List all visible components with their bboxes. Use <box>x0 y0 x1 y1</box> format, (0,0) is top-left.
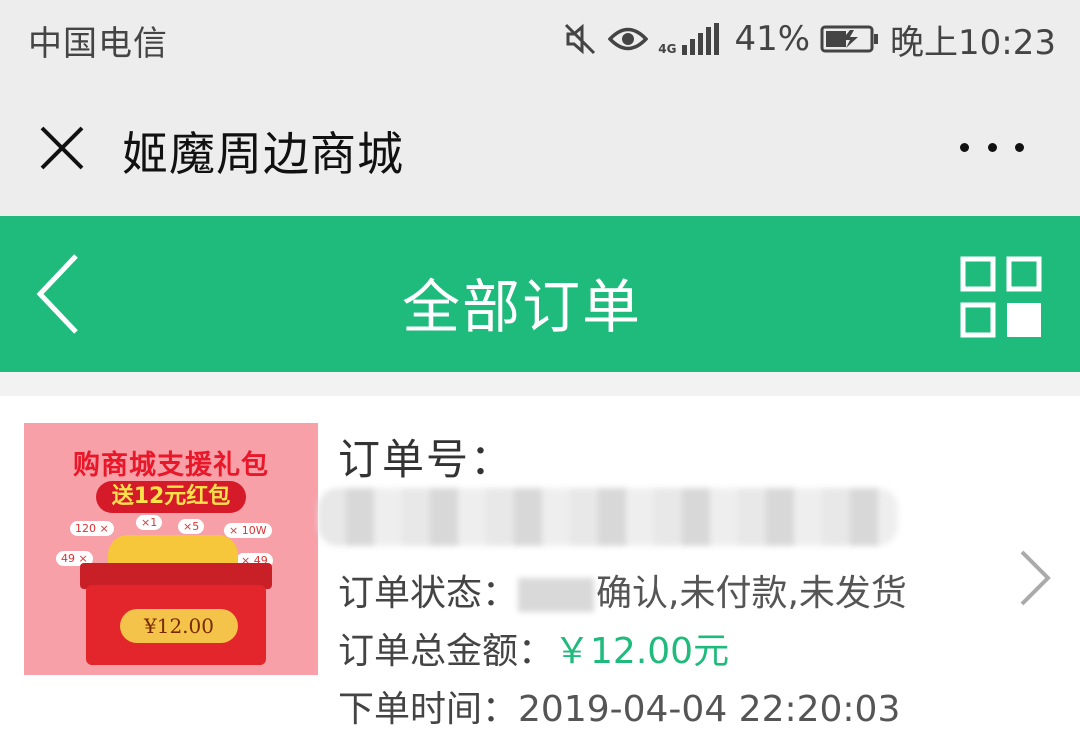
thumb-banner-subtitle: 送12元红包 <box>96 481 246 513</box>
thumb-price-badge: ¥12.00 <box>120 609 238 643</box>
product-thumbnail: 购商城支援礼包 送12元红包 120 × ×1 ×5 × 10W 49 × × … <box>24 423 318 675</box>
order-number-redacted <box>318 488 898 546</box>
thumb-tag: × 10W <box>224 523 272 538</box>
thumb-banner-title: 购商城支援礼包 <box>73 450 269 481</box>
order-status-label: 订单状态： <box>338 573 519 614</box>
close-icon[interactable] <box>36 122 88 174</box>
clock: 晚上10:23 <box>890 22 1056 63</box>
carrier-name: 中国电信 <box>28 24 168 64</box>
section-divider <box>0 372 1080 396</box>
order-item[interactable]: 购商城支援礼包 送12元红包 120 × ×1 ×5 × 10W 49 × × … <box>0 396 1080 737</box>
page-header: 全部订单 <box>0 216 1080 372</box>
order-amount-row: 订单总金额：￥12.00元 <box>338 622 729 674</box>
signal-icon: 4G <box>658 23 724 55</box>
order-time-row: 下单时间：2019-04-04 22:20:03 <box>338 680 900 732</box>
mute-icon <box>562 21 598 57</box>
page-title: 全部订单 <box>401 273 642 341</box>
status-bar: 中国电信 4G 41% 晚上10:23 <box>0 0 1080 80</box>
more-icon[interactable] <box>960 130 1024 164</box>
grid-icon[interactable] <box>960 256 1042 338</box>
order-amount-label: 订单总金额： <box>338 631 555 672</box>
battery-percent: 41% <box>734 19 811 59</box>
order-time-value: 2019-04-04 22:20:03 <box>518 689 901 730</box>
battery-charging-icon <box>820 24 880 54</box>
order-amount-value: ￥12.00元 <box>554 631 730 672</box>
thumb-tag: ×5 <box>178 519 205 534</box>
eye-icon <box>608 24 649 54</box>
chevron-right-icon[interactable] <box>1018 548 1052 608</box>
network-type: 4G <box>658 42 677 56</box>
order-number-label: 订单号： <box>338 435 515 484</box>
status-indicators: 4G 41% 晚上10:23 <box>562 14 1056 64</box>
wechat-titlebar: 姬魔周边商城 <box>0 80 1080 216</box>
thumb-tag: 120 × <box>70 521 114 536</box>
order-time-label: 下单时间： <box>338 689 519 730</box>
order-status-value: 确认,未付款,未发货 <box>596 573 907 614</box>
status-redacted <box>518 578 595 612</box>
mini-program-title: 姬魔周边商城 <box>122 127 404 181</box>
order-status-row: 订单状态： 确认,未付款,未发货 <box>338 564 907 616</box>
thumb-tag: ×1 <box>136 515 163 530</box>
